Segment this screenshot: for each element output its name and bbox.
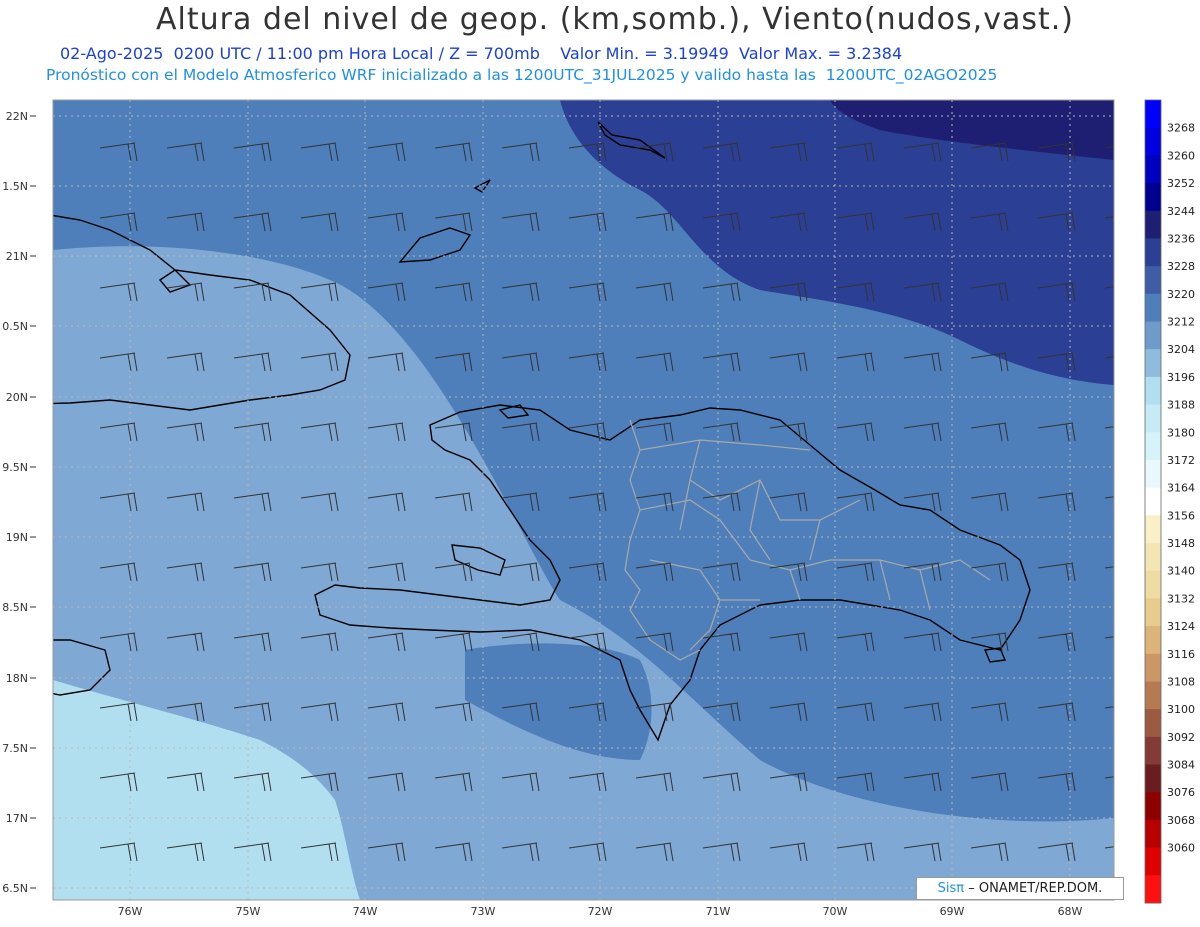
colorbar-swatch [1145,570,1161,599]
colorbar-swatch [1145,819,1161,849]
colorbar-label: 3108 [1167,675,1195,688]
forecast-map: 22N 1.5N 21N 0.5N 20N 9.5N 19N 8.5N 18N 7.5N 17N 6.… [2,99,1195,918]
lon-label: 69W [940,905,965,918]
map-field [53,100,1114,900]
lat-label: 21N [6,250,28,263]
colorbar-label: 3116 [1167,648,1195,661]
colorbar-swatch [1145,487,1161,516]
lat-label: 8.5N [2,601,28,614]
colorbar-label: 3252 [1167,177,1195,190]
colorbar-label: 3228 [1167,260,1195,273]
colorbar-swatch [1145,598,1161,627]
lon-label: 72W [588,905,613,918]
credit-box: Sisπ – ONAMET/REP.DOM. [916,877,1124,900]
lat-label: 19N [6,531,28,544]
colorbar-swatch [1145,376,1161,406]
colorbar-label: 3156 [1167,509,1195,522]
colorbar-swatch [1145,764,1161,793]
lon-label: 76W [118,905,143,918]
lat-label: 9.5N [2,461,28,474]
colorbar-label: 3260 [1167,149,1195,162]
colorbar-swatch [1145,100,1161,129]
colorbar-swatch [1145,349,1161,378]
colorbar: 3268 3260 3252 3244 3236 3228 3220 3212 3204 3196… [1144,99,1195,904]
colorbar-swatch [1145,459,1161,489]
colorbar-label: 3204 [1167,343,1195,356]
colorbar-label: 3124 [1167,620,1195,633]
colorbar-swatch [1145,321,1161,350]
lon-label: 75W [236,905,261,918]
colorbar-swatch [1145,432,1161,461]
colorbar-label: 3132 [1167,592,1195,605]
colorbar-label: 3212 [1167,316,1195,329]
colorbar-label: 3084 [1167,759,1195,772]
credit-brand: Sisπ [937,881,965,896]
colorbar-swatch [1145,681,1161,710]
colorbar-label: 3140 [1167,565,1195,578]
colorbar-swatch [1145,404,1161,433]
lat-label: 18N [6,672,28,685]
colorbar-swatch [1145,238,1161,267]
colorbar-swatch [1145,709,1161,738]
colorbar-label: 3180 [1167,426,1195,439]
colorbar-swatch [1145,266,1161,295]
colorbar-swatch [1145,293,1161,323]
lat-label: 1.5N [2,180,28,193]
colorbar-label: 3268 [1167,122,1195,135]
colorbar-label: 3164 [1167,482,1195,495]
colorbar-label: 3100 [1167,703,1195,716]
colorbar-label: 3172 [1167,454,1195,467]
colorbar-label: 3076 [1167,786,1195,799]
colorbar-label: 3060 [1167,842,1195,855]
colorbar-label: 3236 [1167,232,1195,245]
lat-label: 17N [6,812,28,825]
lon-label: 68W [1058,905,1083,918]
colorbar-label: 3220 [1167,288,1195,301]
lon-label: 74W [353,905,378,918]
colorbar-swatch [1145,543,1161,572]
colorbar-swatch [1145,626,1161,655]
lon-label: 70W [823,905,848,918]
lat-label: 6.5N [2,882,28,895]
colorbar-swatch [1145,515,1161,544]
colorbar-swatch [1145,653,1161,682]
colorbar-label: 3092 [1167,731,1195,744]
colorbar-swatch [1145,127,1161,156]
colorbar-label: 3244 [1167,205,1195,218]
lat-label: 22N [6,110,28,123]
credit-text: – ONAMET/REP.DOM. [968,881,1103,896]
colorbar-swatch [1145,155,1161,184]
colorbar-label: 3188 [1167,399,1195,412]
lat-label: 20N [6,391,28,404]
latitude-labels: 22N 1.5N 21N 0.5N 20N 9.5N 19N 8.5N 18N 7.5N 17N 6.… [2,110,36,895]
colorbar-label: 3068 [1167,814,1195,827]
colorbar-swatch [1145,736,1161,766]
colorbar-swatch [1145,210,1161,239]
colorbar-swatch [1145,183,1161,212]
lat-label: 0.5N [2,320,28,333]
colorbar-swatch [1145,875,1161,904]
lon-label: 71W [706,905,731,918]
longitude-labels: 76W 75W 74W 73W 72W 71W 70W 69W 68W [118,905,1083,918]
colorbar-label: 3148 [1167,537,1195,550]
lon-label: 73W [471,905,496,918]
colorbar-swatch [1145,792,1161,821]
colorbar-swatch [1145,847,1161,876]
colorbar-label: 3196 [1167,371,1195,384]
lat-label: 7.5N [2,742,28,755]
